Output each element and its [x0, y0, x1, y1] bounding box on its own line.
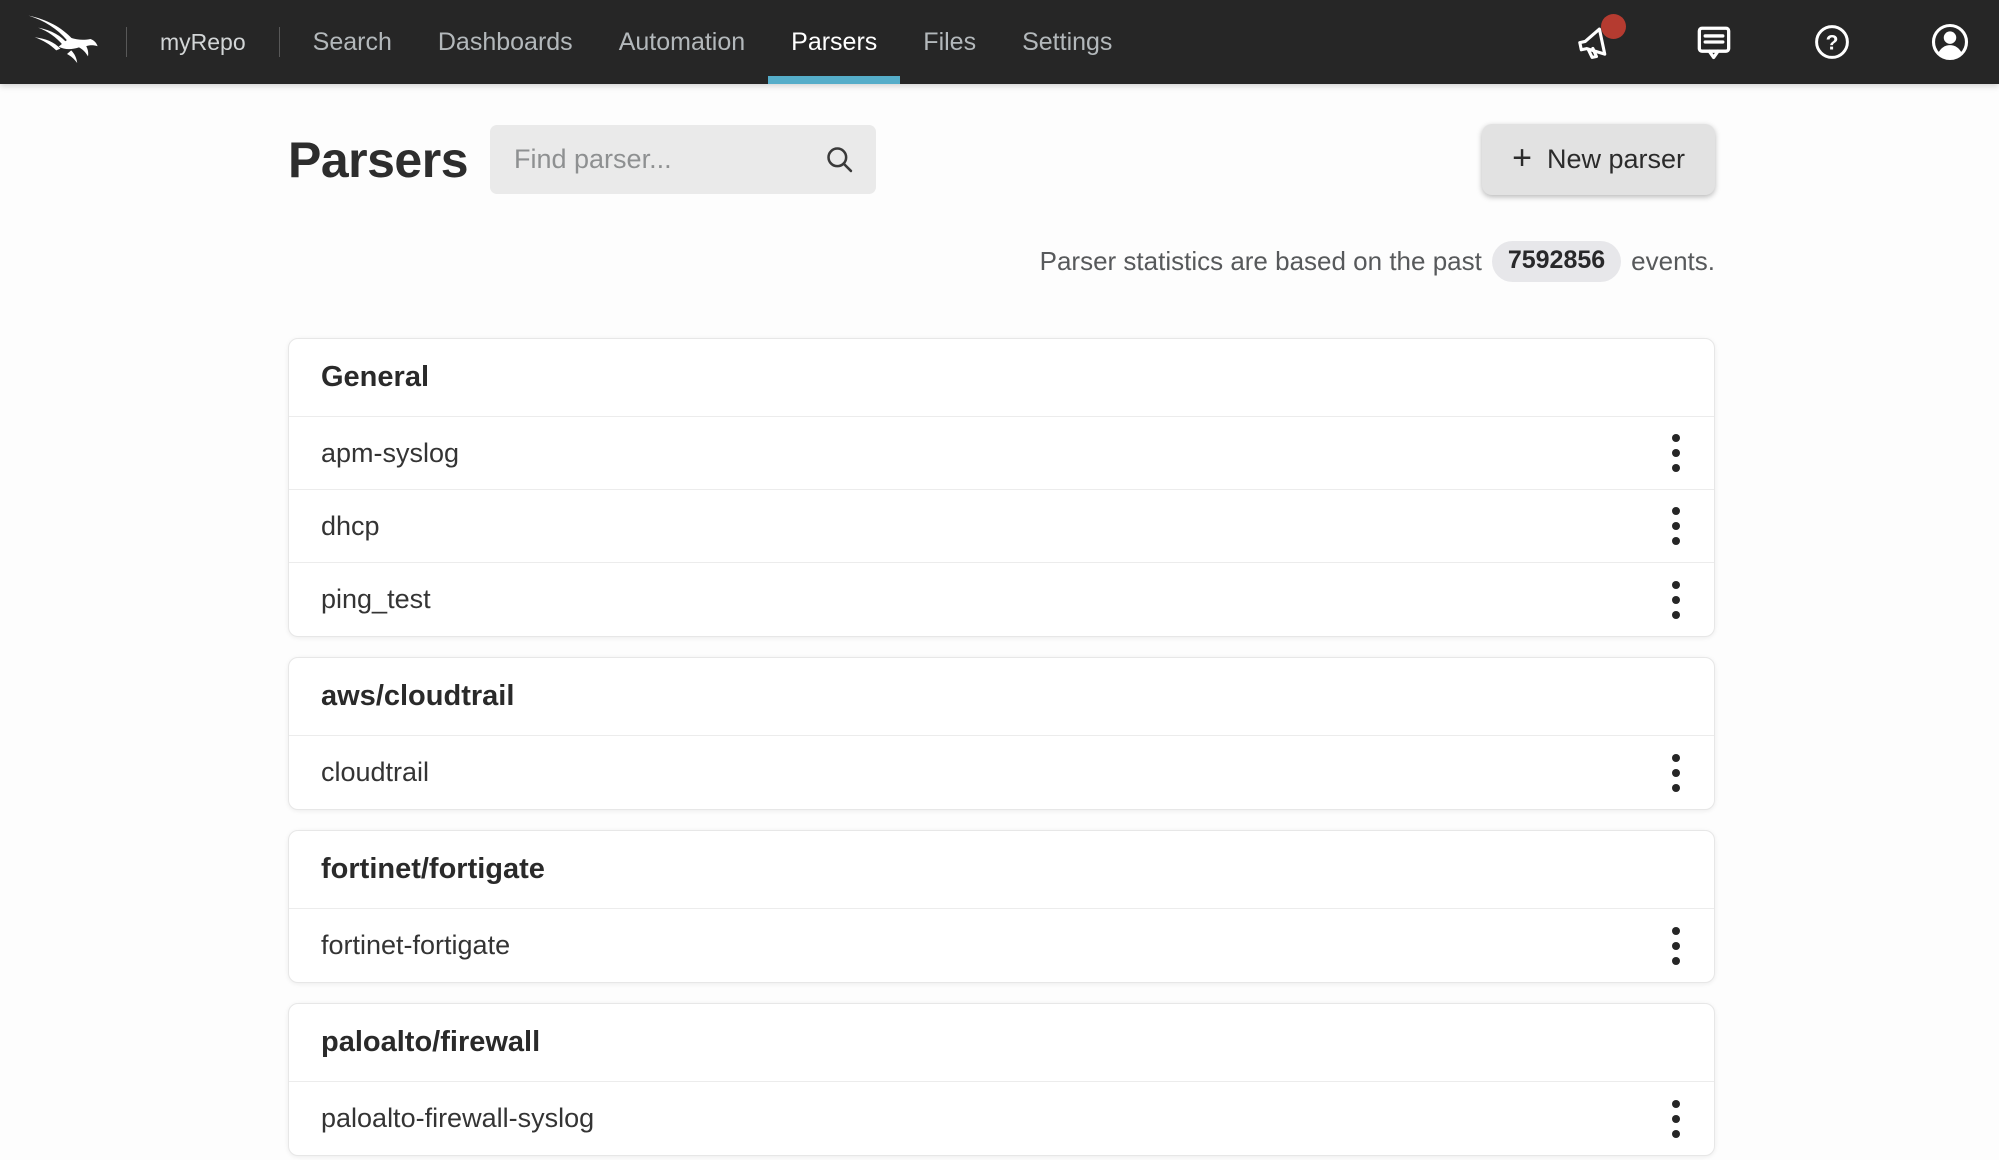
nav-item-automation[interactable]: Automation — [596, 0, 768, 84]
nav-right-icons: ? — [1573, 14, 1973, 65]
kebab-icon — [1672, 580, 1680, 589]
stats-text-before: Parser statistics are based on the past — [1039, 246, 1482, 276]
parser-name: paloalto-firewall-syslog — [321, 1103, 595, 1133]
new-parser-label: New parser — [1546, 144, 1685, 174]
feedback-button[interactable] — [1691, 19, 1737, 65]
group-title: paloalto/firewall — [289, 1004, 1714, 1082]
svg-text:?: ? — [1826, 31, 1839, 54]
nav-item-parsers[interactable]: Parsers — [768, 0, 901, 84]
parser-row-dhcp[interactable]: dhcp — [289, 490, 1714, 563]
kebab-icon — [1672, 753, 1680, 762]
parser-name: ping_test — [321, 584, 431, 614]
kebab-icon — [1672, 926, 1680, 935]
parser-group-general: General apm-syslog dhcp ping_test — [288, 338, 1715, 637]
parser-name: dhcp — [321, 510, 380, 541]
parser-name: apm-syslog — [321, 437, 460, 468]
nav-divider — [278, 27, 280, 57]
crowdstrike-logo[interactable] — [24, 9, 104, 75]
nav-divider — [126, 27, 127, 57]
row-menu-button[interactable] — [1652, 917, 1700, 975]
nav-item-settings[interactable]: Settings — [999, 0, 1135, 84]
nav-item-dashboards[interactable]: Dashboards — [415, 0, 596, 84]
new-parser-button[interactable]: + New parser — [1482, 124, 1715, 195]
main-content: Parsers + New parser Parser statistics a… — [288, 124, 1715, 1156]
parser-search-box[interactable] — [490, 125, 876, 194]
parser-row-ping-test[interactable]: ping_test — [289, 563, 1714, 636]
account-button[interactable] — [1927, 19, 1973, 65]
chat-bubble-icon — [1697, 26, 1731, 60]
question-circle-icon: ? — [1815, 25, 1849, 59]
kebab-icon — [1672, 434, 1680, 442]
repo-name[interactable]: myRepo — [160, 29, 246, 56]
row-menu-button[interactable] — [1652, 497, 1700, 555]
help-button[interactable]: ? — [1809, 19, 1855, 65]
events-count-badge: 7592856 — [1491, 241, 1622, 282]
top-navbar: myRepo Search Dashboards Automation Pars… — [0, 0, 1999, 84]
parser-group-paloalto-firewall: paloalto/firewall paloalto-firewall-sysl… — [288, 1003, 1715, 1156]
nav-item-files[interactable]: Files — [900, 0, 999, 84]
parser-search-input[interactable] — [512, 143, 824, 176]
parser-row-fortinet-fortigate[interactable]: fortinet-fortigate — [289, 909, 1714, 982]
parser-statistics: Parser statistics are based on the past … — [288, 241, 1715, 282]
row-menu-button[interactable] — [1652, 571, 1700, 629]
row-menu-button[interactable] — [1652, 1090, 1700, 1148]
notification-dot — [1601, 14, 1626, 39]
stats-text-after: events. — [1631, 246, 1715, 276]
parser-group-aws-cloudtrail: aws/cloudtrail cloudtrail — [288, 657, 1715, 810]
row-menu-button[interactable] — [1652, 744, 1700, 802]
parser-group-fortinet-fortigate: fortinet/fortigate fortinet-fortigate — [288, 830, 1715, 983]
avatar-icon — [1931, 23, 1969, 61]
announcements-button[interactable] — [1573, 14, 1626, 65]
nav-item-search[interactable]: Search — [290, 0, 415, 84]
plus-icon: + — [1512, 139, 1532, 177]
parser-row-cloudtrail[interactable]: cloudtrail — [289, 736, 1714, 809]
kebab-icon — [1672, 507, 1680, 515]
parser-row-paloalto-firewall-syslog[interactable]: paloalto-firewall-syslog — [289, 1082, 1714, 1155]
row-menu-button[interactable] — [1652, 424, 1700, 482]
page-header: Parsers + New parser — [288, 124, 1715, 195]
parser-name: cloudtrail — [321, 757, 430, 787]
search-icon[interactable] — [824, 144, 856, 176]
kebab-icon — [1672, 1099, 1680, 1108]
parser-name: fortinet-fortigate — [321, 930, 511, 960]
group-title: General — [289, 339, 1714, 417]
falcon-icon — [28, 15, 98, 63]
group-title: aws/cloudtrail — [289, 658, 1714, 736]
nav-tabs: Search Dashboards Automation Parsers Fil… — [290, 0, 1136, 84]
group-title: fortinet/fortigate — [289, 831, 1714, 909]
parser-row-apm-syslog[interactable]: apm-syslog — [289, 417, 1714, 490]
page-title: Parsers — [288, 131, 469, 188]
